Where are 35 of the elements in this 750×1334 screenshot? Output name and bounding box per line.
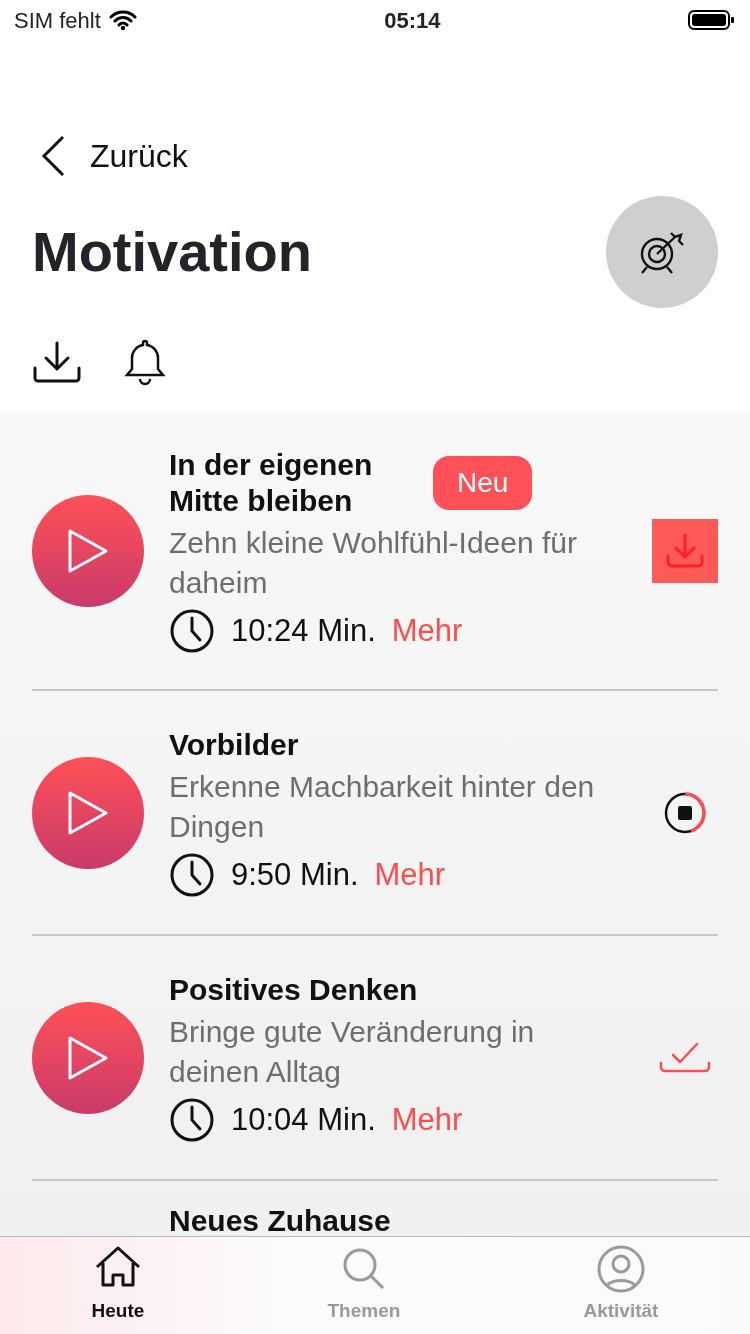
clock-icon	[169, 1097, 215, 1143]
episode-description: Bringe gute Veränderung in deinen Alltag	[169, 1013, 536, 1091]
download-icon	[32, 340, 82, 384]
download-all-button[interactable]	[32, 340, 82, 384]
page-title: Motivation	[32, 224, 312, 280]
more-link[interactable]: Mehr	[374, 851, 446, 899]
episode-duration: 9:50 Min.	[231, 855, 359, 894]
wifi-icon	[108, 9, 137, 31]
battery-icon	[688, 9, 736, 31]
bell-icon	[124, 337, 166, 387]
episode-title: In der eigenen Mitte bleiben	[169, 446, 374, 519]
episode-description: Erkenne Machbarkeit hinter den Dingen	[169, 768, 596, 846]
clock-icon	[169, 852, 215, 898]
tab-button[interactable]: Aktivität	[491, 1237, 750, 1334]
chevron-left-icon	[40, 135, 66, 177]
person-icon	[596, 1245, 645, 1294]
download-icon	[665, 531, 705, 570]
episode-title: Vorbilder	[169, 726, 299, 763]
episode-description: Zehn kleine Wohlfühl-Ideen für daheim	[169, 524, 579, 602]
downloaded-check-icon	[659, 1040, 711, 1075]
episode-title: Neues Zuhause	[169, 1203, 391, 1236]
new-badge: Neu	[433, 455, 533, 510]
episode-title: Positives Denken	[169, 971, 418, 1008]
more-link[interactable]: Mehr	[391, 1096, 463, 1144]
status-time: 05:14	[384, 6, 441, 35]
episode-duration: 10:04 Min.	[231, 1100, 376, 1139]
more-link[interactable]: Mehr	[391, 607, 463, 655]
tab-button[interactable]: Heute	[0, 1237, 236, 1334]
back-button[interactable]: Zurück	[40, 132, 188, 180]
clock-icon	[169, 608, 215, 654]
notification-button[interactable]	[124, 337, 166, 387]
tab-button[interactable]: Themen	[235, 1237, 492, 1334]
episode-duration: 10:24 Min.	[231, 611, 376, 650]
carrier-label: SIM fehlt	[14, 6, 101, 35]
download-progress-stop-icon[interactable]	[663, 790, 707, 835]
